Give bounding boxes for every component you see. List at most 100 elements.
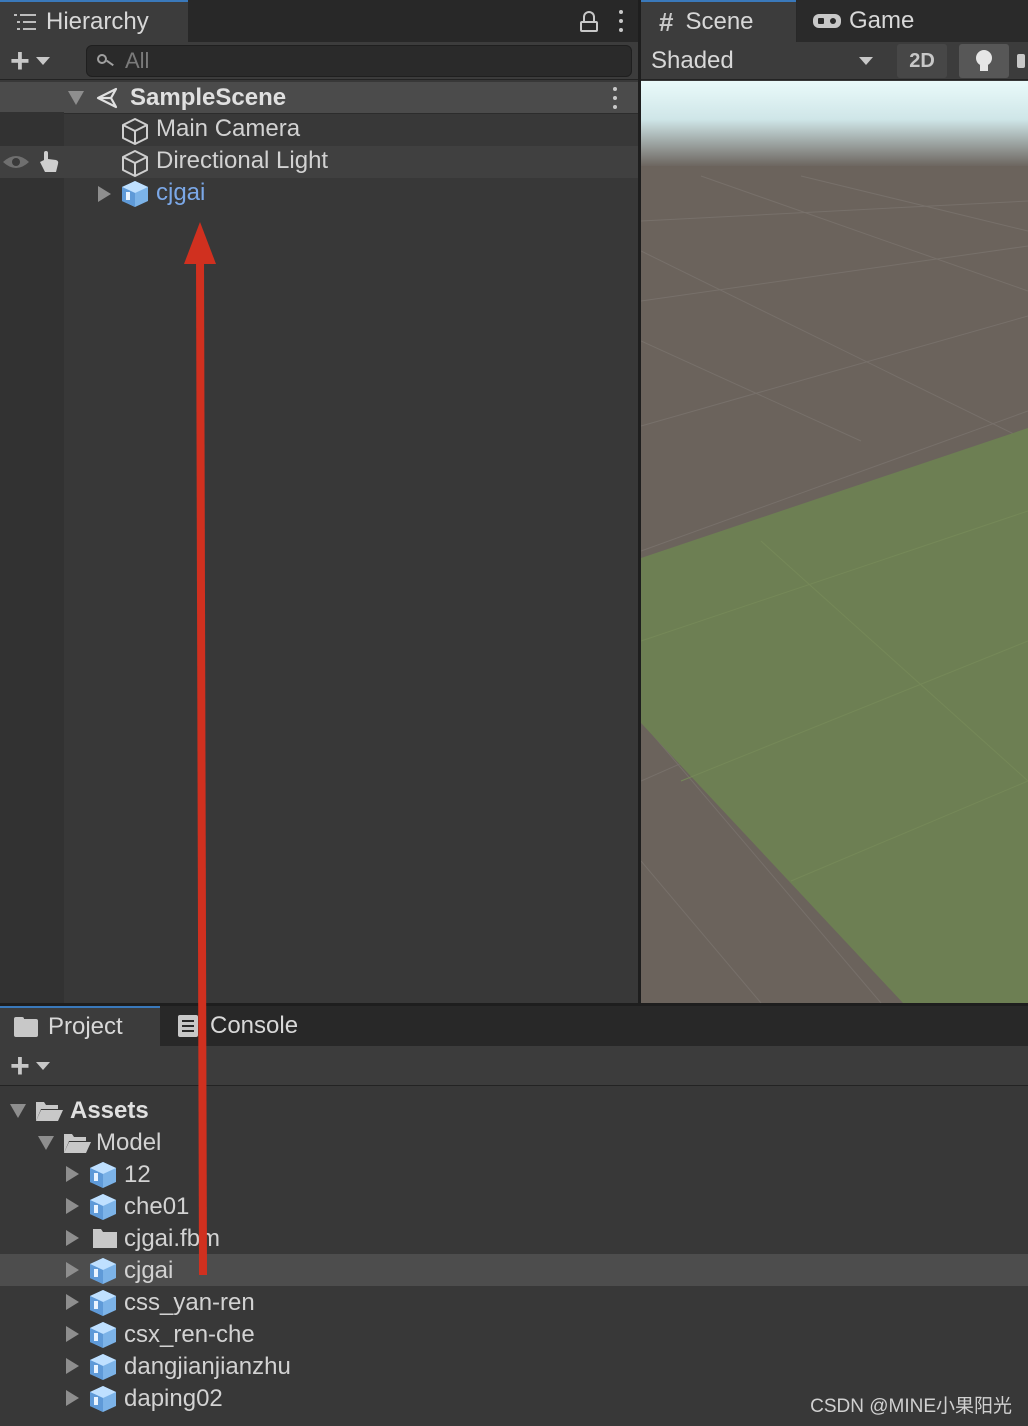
asset-label: che01 [124,1193,190,1220]
asset-label: dangjianjianzhu [124,1353,291,1380]
console-tab-label: Console [210,1012,299,1039]
plus-icon: + [10,1047,30,1085]
hierarchy-tab-label: Hierarchy [46,8,149,35]
scene-panel: # Scene Game Shaded 2D [641,0,1028,1003]
model-prefab-icon [90,1354,116,1380]
game-tab-label: Game [849,7,915,34]
chevron-down-icon [859,57,873,65]
model-prefab-icon [90,1386,116,1412]
asset-label: 12 [124,1161,151,1188]
tab-scene[interactable]: # Scene [641,0,796,42]
fold-down-icon[interactable] [38,1136,54,1150]
search-icon [97,54,114,68]
toggle-2d-button[interactable]: 2D [897,44,947,78]
asset-row[interactable]: cjgai [0,1254,1028,1286]
model-prefab-icon [90,1290,116,1316]
scene-toolbar: Shaded 2D [641,42,1028,80]
hierarchy-item-label: Main Camera [156,115,301,142]
visibility-gutter [0,112,64,1003]
scene-viewport[interactable] [641,81,1028,1003]
asset-label: cjgai.fbm [124,1225,221,1252]
hierarchy-list-icon [14,12,36,32]
search-input[interactable] [125,48,525,74]
fold-down-icon[interactable] [10,1104,26,1118]
fold-right-icon[interactable] [66,1262,79,1278]
hierarchy-item-directional-light[interactable]: Directional Light [0,146,638,178]
asset-label: cjgai [124,1257,174,1284]
overflow-toolbar-icon[interactable] [1017,54,1025,68]
model-prefab-icon [90,1322,116,1348]
scene-tab-label: Scene [685,8,754,35]
open-folder-icon [36,1102,63,1121]
hierarchy-panel: Hierarchy + SampleScene Ma [0,0,638,1003]
project-tab-label: Project [48,1013,123,1040]
scene-tabbar: # Scene Game [641,0,1028,42]
unity-scene-icon [96,87,118,109]
tab-game[interactable]: Game [797,0,1028,42]
fold-right-icon[interactable] [66,1294,79,1310]
lightbulb-icon [976,50,992,72]
asset-row[interactable]: 12 [0,1158,1028,1190]
fold-right-icon[interactable] [98,186,111,202]
project-panel: Project Console + Assets Model 12 che01 … [0,1006,1028,1426]
hierarchy-search[interactable] [86,45,632,77]
fold-right-icon[interactable] [66,1326,79,1342]
asset-label: css_yan-ren [124,1289,255,1316]
tab-console[interactable]: Console [160,1006,330,1046]
model-prefab-icon [90,1162,116,1188]
asset-row[interactable]: cjgai.fbm [0,1222,1028,1254]
hierarchy-tabbar: Hierarchy [0,0,638,42]
tree-item-label: Assets [70,1097,149,1124]
chevron-down-icon [35,57,50,65]
asset-row[interactable]: csx_ren-che [0,1318,1028,1350]
model-prefab-icon [90,1194,116,1220]
watermark: CSDN @MINE小果阳光 [810,1396,1012,1417]
fold-right-icon[interactable] [66,1198,79,1214]
pickable-hand-icon[interactable] [36,150,62,174]
create-asset-dropdown-button[interactable]: + [10,1047,66,1085]
hierarchy-toolbar: + [0,42,638,80]
fold-right-icon[interactable] [66,1166,79,1182]
hierarchy-item-label: cjgai [156,179,206,206]
plus-icon: + [10,42,30,80]
hierarchy-item-cjgai[interactable]: cjgai [0,178,638,210]
console-icon [178,1015,198,1037]
folder-icon [14,1017,40,1037]
fold-right-icon[interactable] [66,1358,79,1374]
lighting-toggle-button[interactable] [959,44,1009,78]
eye-visibility-icon[interactable] [2,154,30,170]
gameobject-cube-icon [122,118,148,145]
open-folder-icon [64,1134,91,1153]
tab-project[interactable]: Project [0,1006,160,1046]
shading-mode-label: Shaded [651,47,734,74]
hierarchy-item-label: Directional Light [156,147,329,174]
asset-label: csx_ren-che [124,1321,255,1348]
asset-row[interactable]: dangjianjianzhu [0,1350,1028,1382]
asset-row[interactable]: che01 [0,1190,1028,1222]
asset-label: daping02 [124,1385,223,1412]
asset-row[interactable]: css_yan-ren [0,1286,1028,1318]
model-prefab-icon [90,1258,116,1284]
skybox [641,81,1028,166]
tree-item-assets[interactable]: Assets [0,1094,1028,1126]
scene-options-icon[interactable] [612,87,618,109]
chevron-down-icon [35,1062,50,1070]
fold-right-icon[interactable] [66,1390,79,1406]
scene-name: SampleScene [130,84,287,111]
tree-item-model[interactable]: Model [0,1126,1028,1158]
more-options-icon[interactable] [618,10,624,32]
hierarchy-item-main-camera[interactable]: Main Camera [0,114,638,146]
folder-icon [93,1229,117,1248]
project-toolbar: + [0,1046,1028,1086]
gamepad-icon [813,14,841,28]
gameobject-cube-icon [122,150,148,177]
tab-hierarchy[interactable]: Hierarchy [0,0,188,42]
lock-icon[interactable] [580,10,598,32]
scene-root-row[interactable]: SampleScene [0,82,638,114]
shading-mode-dropdown[interactable]: Shaded [641,42,881,80]
fold-down-icon[interactable] [68,91,84,105]
prefab-cube-icon [122,181,148,207]
create-dropdown-button[interactable]: + [10,42,66,80]
tree-item-label: Model [96,1129,162,1156]
fold-right-icon[interactable] [66,1230,79,1246]
